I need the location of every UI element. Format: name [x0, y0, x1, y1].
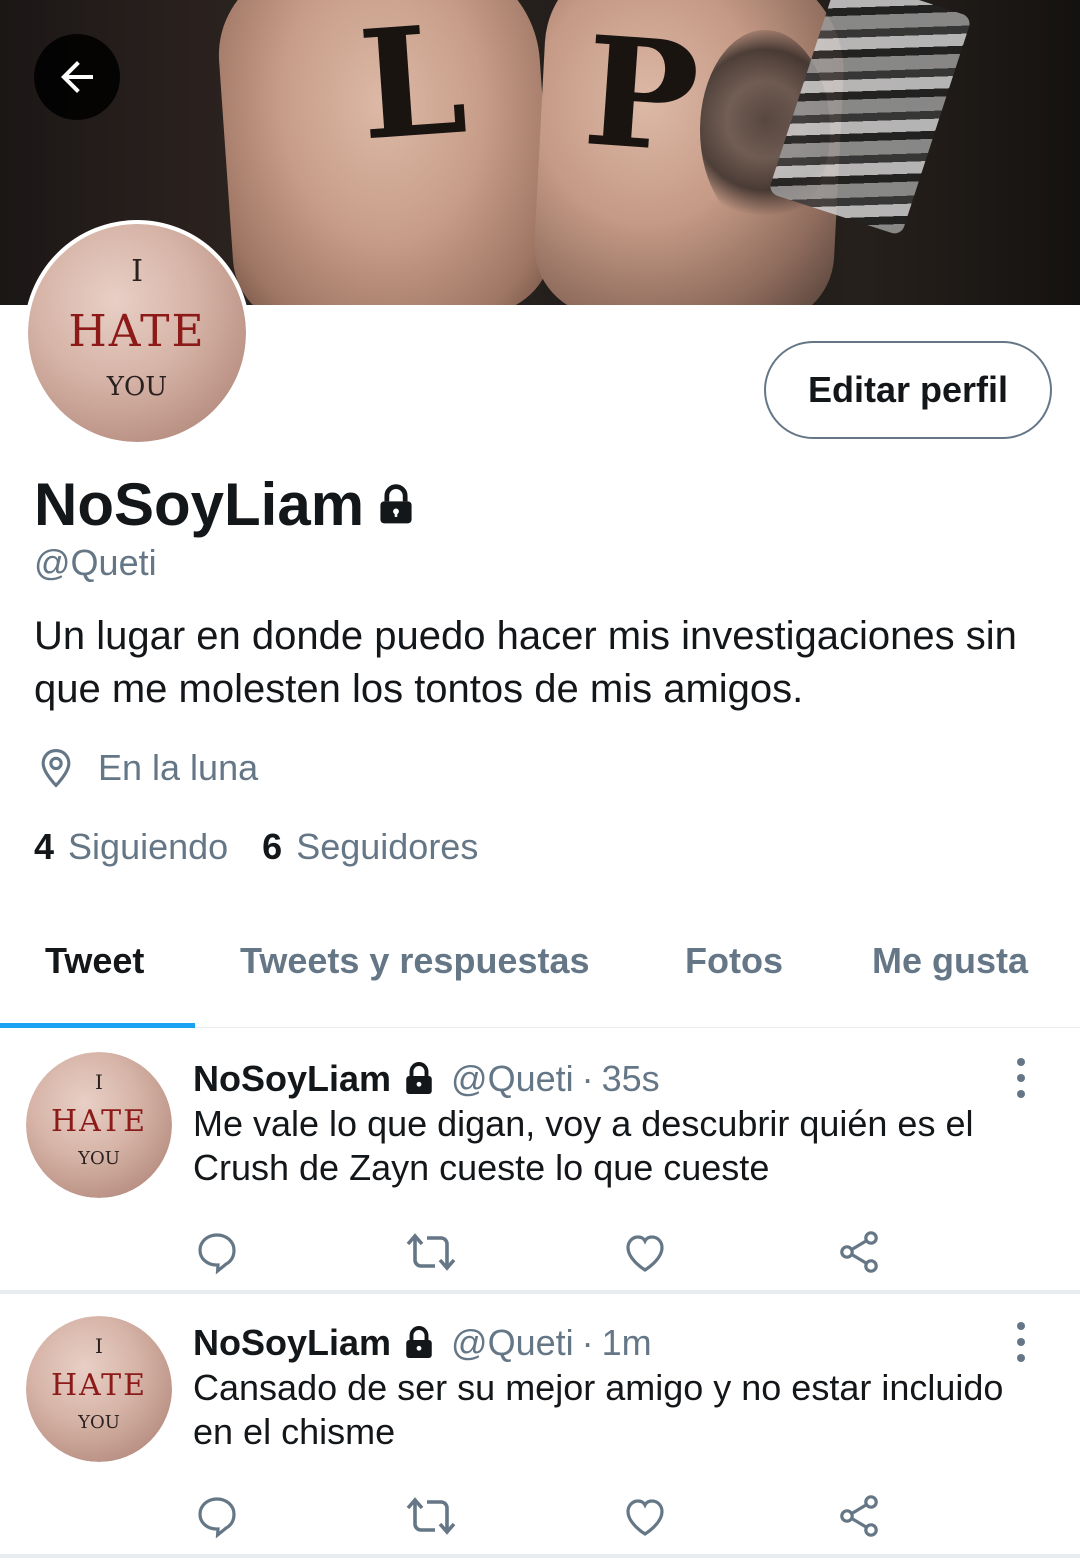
reply-icon[interactable] — [193, 1228, 241, 1281]
lock-icon — [401, 1061, 437, 1097]
retweet-icon[interactable] — [405, 1492, 457, 1545]
tab-tweets-replies[interactable]: Tweets y respuestas — [240, 940, 590, 982]
tweet-author-handle: @Queti — [451, 1058, 574, 1099]
tweet-actions — [193, 1492, 893, 1542]
tweet-item[interactable]: I HATE YOU NoSoyLiam @Queti · 1m Cansado… — [0, 1292, 1080, 1558]
banner-letter-l: L — [353, 0, 472, 175]
share-icon[interactable] — [835, 1492, 883, 1545]
more-options-icon[interactable] — [1006, 1058, 1036, 1098]
avatar-text-hate: HATE — [50, 1368, 148, 1403]
tweet-text: Me vale lo que digan, voy a descubrir qu… — [193, 1103, 974, 1188]
avatar-palm-image: I HATE YOU — [26, 1052, 172, 1198]
like-heart-icon[interactable] — [621, 1228, 669, 1281]
tweet-actions — [193, 1228, 893, 1278]
avatar-palm-image: I HATE YOU — [26, 1316, 172, 1462]
banner-letter-p: P — [578, 3, 704, 187]
profile-location: En la luna — [34, 746, 258, 790]
tab-photos[interactable]: Fotos — [685, 940, 783, 982]
profile-bio: Un lugar en donde puedo hacer mis invest… — [34, 614, 1017, 711]
profile-display-name: NoSoyLiam — [34, 470, 418, 539]
followers-link[interactable]: 6 Seguidores — [262, 826, 478, 868]
tweet-header: NoSoyLiam @Queti · 1m — [193, 1322, 652, 1364]
profile-tabs: Tweet Tweets y respuestas Fotos Me gusta — [0, 910, 1080, 1028]
tweet-author-name[interactable]: NoSoyLiam — [193, 1058, 391, 1100]
avatar-text-i: I — [95, 1070, 103, 1094]
following-count: 4 — [34, 826, 55, 867]
tweet-separator: · — [581, 1058, 594, 1099]
tweet-avatar[interactable]: I HATE YOU — [26, 1052, 172, 1198]
retweet-icon[interactable] — [405, 1228, 457, 1281]
tweet-header: NoSoyLiam @Queti · 35s — [193, 1058, 660, 1100]
avatar-text-i: I — [131, 254, 143, 289]
lock-icon — [401, 1325, 437, 1361]
profile-avatar[interactable]: I HATE YOU — [24, 220, 250, 446]
tweet-avatar[interactable]: I HATE YOU — [26, 1316, 172, 1462]
avatar-text-hate: HATE — [68, 306, 206, 357]
back-button[interactable] — [34, 34, 120, 120]
profile-handle: @Queti — [34, 542, 157, 583]
tweet-author-handle: @Queti — [451, 1322, 574, 1363]
avatar-text-you: YOU — [78, 1148, 120, 1169]
like-heart-icon[interactable] — [621, 1492, 669, 1545]
tweet-timestamp[interactable]: 1m — [602, 1322, 652, 1364]
more-options-icon[interactable] — [1006, 1322, 1036, 1362]
avatar-text-i: I — [95, 1334, 103, 1358]
tweet-timestamp[interactable]: 35s — [602, 1058, 660, 1100]
tweet-item[interactable]: I HATE YOU NoSoyLiam @Queti · 35s Me val… — [0, 1028, 1080, 1294]
profile-name-text: NoSoyLiam — [34, 471, 365, 538]
avatar-text-hate: HATE — [50, 1104, 148, 1139]
follow-stats: 4 Siguiendo 6 Seguidores — [34, 826, 478, 868]
following-label: Siguiendo — [68, 826, 229, 867]
edit-profile-button[interactable]: Editar perfil — [764, 341, 1052, 439]
tab-likes[interactable]: Me gusta — [872, 940, 1028, 982]
tweet-text: Cansado de ser su mejor amigo y no estar… — [193, 1367, 1004, 1452]
avatar-palm-image: I HATE YOU — [28, 224, 246, 442]
avatar-text-you: YOU — [106, 372, 168, 402]
following-link[interactable]: 4 Siguiendo — [34, 826, 228, 868]
location-text: En la luna — [98, 747, 259, 788]
arrow-left-icon — [61, 61, 93, 93]
followers-count: 6 — [262, 826, 283, 867]
tweet-author-name[interactable]: NoSoyLiam — [193, 1322, 391, 1364]
followers-label: Seguidores — [296, 826, 479, 867]
lock-icon — [380, 483, 412, 523]
tweet-separator: · — [581, 1322, 594, 1363]
reply-icon[interactable] — [193, 1492, 241, 1545]
location-pin-icon — [41, 749, 71, 788]
share-icon[interactable] — [835, 1228, 883, 1281]
avatar-text-you: YOU — [78, 1412, 120, 1433]
tab-tweet[interactable]: Tweet — [45, 940, 144, 982]
